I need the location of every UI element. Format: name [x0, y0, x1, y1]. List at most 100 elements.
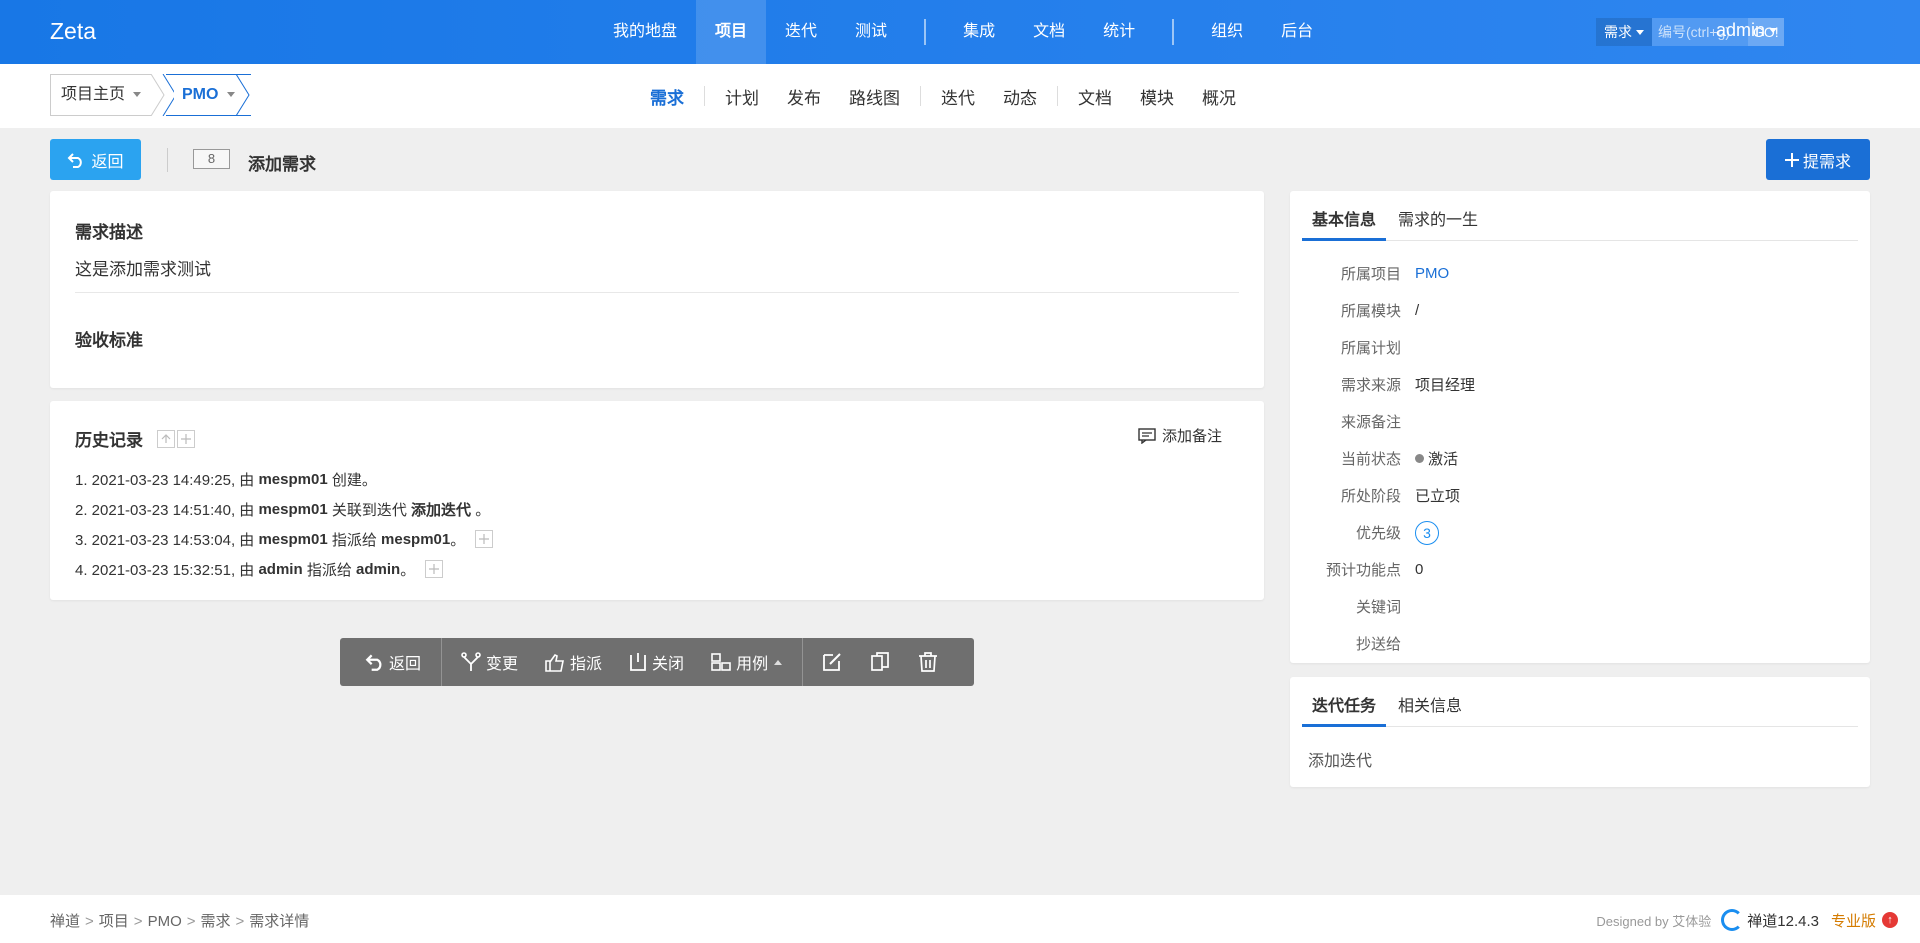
change-button[interactable]: 变更 — [460, 650, 518, 674]
undo-icon — [68, 152, 83, 168]
info-label: 所属模块 — [1340, 303, 1401, 320]
project-menu-item[interactable]: 模块 — [1126, 84, 1188, 109]
cases-dropdown[interactable]: 用例 — [710, 650, 783, 674]
history-item: 3. 2021-03-23 14:53:04, 由 mespm01 指派给 me… — [75, 524, 494, 554]
comment-icon — [1138, 427, 1156, 444]
user-menu[interactable]: admin — [1716, 20, 1778, 41]
search-type-label: 需求 — [1604, 24, 1632, 40]
project-menu-item[interactable]: 发布 — [773, 84, 835, 109]
info-row: 需求来源 项目经理 — [1300, 366, 1860, 403]
info-tabs: 基本信息 需求的一生 — [1302, 205, 1858, 241]
tab-story-life[interactable]: 需求的一生 — [1388, 205, 1488, 241]
breadcrumb-arrow-icon — [236, 74, 250, 116]
add-note-button[interactable]: 添加备注 — [1138, 425, 1222, 446]
fork-icon — [461, 652, 481, 671]
add-story-label: 提需求 — [1802, 153, 1851, 171]
back-button[interactable]: 返回 — [50, 139, 141, 180]
info-label: 所处阶段 — [1340, 488, 1401, 505]
history-text: 指派给 — [302, 561, 356, 579]
edit-button[interactable] — [821, 651, 843, 673]
footer-right: Designed by 艾体验 禅道12.4.3 专业版 ↑ — [1596, 909, 1898, 931]
breadcrumb-separator: > — [186, 913, 196, 930]
nav-item[interactable]: 我的地盘 — [594, 0, 696, 64]
info-row: 当前状态 激活 — [1300, 440, 1860, 477]
search-type-select[interactable]: 需求 — [1596, 18, 1652, 46]
footer-breadcrumb-item[interactable]: PMO — [148, 913, 182, 930]
brand-logo[interactable]: Zeta — [50, 18, 96, 45]
nav-item[interactable]: 集成 — [944, 0, 1014, 64]
project-menu-item[interactable]: 概况 — [1188, 84, 1250, 109]
version-label[interactable]: 禅道12.4.3 — [1747, 910, 1819, 931]
sub-nav: 项目主页 PMO 需求 计划 发布 路线图 迭代 动态 文档 模块 概况 — [0, 64, 1920, 128]
tab-basic-info[interactable]: 基本信息 — [1302, 205, 1387, 241]
history-actor: 添加迭代 — [411, 501, 472, 519]
basic-info-panel: 基本信息 需求的一生 所属项目 PMO 所属模块 / 所属计划 需求来源 项目经理 来源备注当… — [1290, 191, 1870, 663]
chevron-down-icon — [133, 92, 142, 98]
nav-item[interactable]: 统计 — [1084, 0, 1154, 64]
assign-button[interactable]: 指派 — [544, 650, 602, 674]
project-name: PMO — [182, 86, 219, 103]
history-text: 。 — [400, 561, 416, 579]
breadcrumb-separator: > — [133, 913, 143, 930]
project-home-label: 项目主页 — [61, 86, 126, 103]
info-label: 当前状态 — [1340, 451, 1401, 468]
expand-all-button[interactable] — [177, 429, 195, 448]
info-value: 项目经理 — [1415, 374, 1475, 395]
history-header: 历史记录 — [75, 426, 195, 451]
history-title: 历史记录 — [75, 431, 143, 450]
expand-history-button[interactable] — [425, 560, 444, 578]
power-icon — [630, 653, 646, 671]
copy-icon — [871, 652, 889, 671]
copy-button[interactable] — [869, 651, 891, 673]
info-list: 所属项目 PMO 所属模块 / 所属计划 需求来源 项目经理 来源备注 当前状态 激活 所处阶段 已立… — [1300, 255, 1860, 662]
info-row: 抄送给 — [1300, 625, 1860, 662]
nav-item[interactable]: 项目 — [696, 0, 767, 64]
project-home-dropdown[interactable]: 项目主页 — [50, 74, 152, 116]
project-menu-item[interactable]: 迭代 — [927, 84, 989, 109]
history-text: 2. 2021-03-23 14:51:40, 由 — [75, 501, 259, 519]
footer-breadcrumb-item[interactable]: 禅道 — [50, 913, 80, 930]
project-menu-item[interactable]: 需求 — [636, 84, 698, 109]
footer-breadcrumb-item[interactable]: 需求 — [201, 913, 231, 930]
tab-iteration-tasks[interactable]: 迭代任务 — [1302, 691, 1387, 727]
nav-item[interactable]: 组织 — [1192, 0, 1262, 64]
hand-pointer-icon — [545, 653, 565, 672]
project-menu-item[interactable]: 计划 — [711, 84, 773, 109]
project-menu-item[interactable]: 动态 — [989, 84, 1051, 109]
info-label: 预计功能点 — [1325, 562, 1401, 579]
history-text: 3. 2021-03-23 14:53:04, 由 — [75, 531, 259, 549]
footer-breadcrumb-item: 需求详情 — [249, 913, 310, 930]
expand-history-button[interactable] — [475, 530, 494, 548]
history-item: 2. 2021-03-23 14:51:40, 由 mespm01 关联到迭代 … — [75, 494, 493, 524]
upgrade-icon[interactable]: ↑ — [1882, 912, 1898, 928]
top-header: Zeta 我的地盘项目迭代测试集成文档统计组织后台 需求 GO! admin — [0, 0, 1920, 64]
tab-related-info[interactable]: 相关信息 — [1388, 691, 1472, 727]
history-text: 创建。 — [327, 471, 377, 489]
nav-item[interactable]: 迭代 — [766, 0, 836, 64]
add-story-button[interactable]: 提需求 — [1766, 139, 1870, 180]
status-dot-icon — [1415, 454, 1424, 463]
designed-by[interactable]: Designed by 艾体验 — [1596, 911, 1711, 930]
toolbar-back-button[interactable]: 返回 — [365, 650, 421, 674]
arrow-up-icon — [161, 433, 171, 443]
delete-button[interactable] — [917, 651, 939, 673]
plus-icon — [181, 433, 191, 444]
zentao-logo-icon — [1721, 909, 1744, 931]
nav-item[interactable]: 文档 — [1014, 0, 1084, 64]
verify-title: 验收标准 — [75, 331, 143, 350]
description-title: 需求描述 — [75, 223, 143, 242]
info-row: 所属计划 — [1300, 329, 1860, 366]
project-menu-item[interactable]: 文档 — [1064, 84, 1126, 109]
nav-item[interactable]: 测试 — [836, 0, 906, 64]
footer: 禅道 > 项目 > PMO > 需求 > 需求详情 Designed by 艾体验 禅道12.4… — [0, 895, 1920, 943]
divider — [802, 638, 804, 686]
nav-item[interactable]: 后台 — [1262, 0, 1332, 64]
close-button[interactable]: 关闭 — [628, 650, 684, 674]
footer-breadcrumb-item[interactable]: 项目 — [99, 913, 129, 930]
reverse-order-button[interactable] — [157, 429, 175, 448]
info-value[interactable]: PMO — [1415, 265, 1449, 282]
info-value: 3 — [1415, 520, 1439, 545]
edition-label[interactable]: 专业版 — [1831, 910, 1876, 931]
project-menu-item[interactable]: 路线图 — [835, 84, 914, 109]
iteration-link[interactable]: 添加迭代 — [1308, 747, 1372, 771]
